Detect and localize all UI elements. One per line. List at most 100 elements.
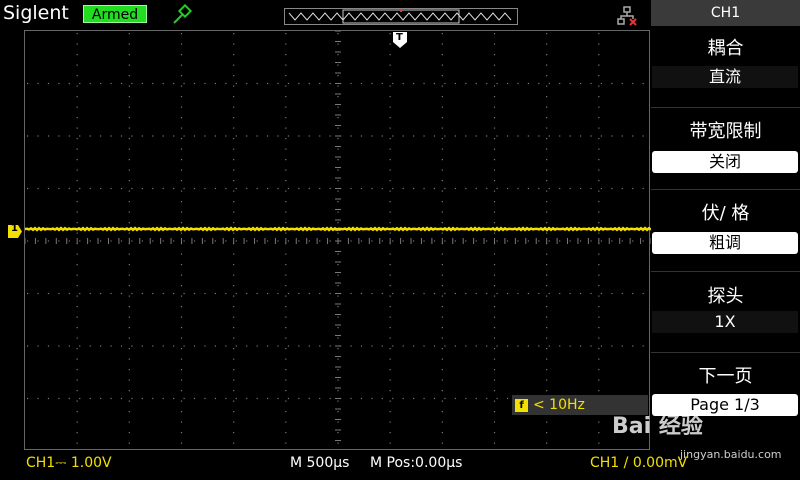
grid-dot: [389, 43, 391, 45]
grid-dot: [204, 397, 206, 400]
grid-dot: [546, 169, 548, 171]
grid-dot: [546, 327, 548, 329]
grid-dot: [37, 397, 39, 400]
grid-dot: [392, 240, 394, 242]
grid-dot: [180, 390, 183, 392]
grid-dot: [27, 82, 29, 85]
grid-dot: [128, 138, 130, 140]
grid-dot: [493, 169, 496, 171]
grid-dot: [337, 421, 339, 423]
bandwidth-limit-value[interactable]: 关闭: [652, 151, 798, 173]
grid-dot: [233, 138, 235, 140]
grid-dot: [277, 240, 279, 242]
volts-per-div-label[interactable]: 伏/ 格: [651, 199, 800, 225]
grid-dot: [441, 390, 443, 392]
grid-dot: [579, 292, 582, 295]
bandwidth-limit-label[interactable]: 带宽限制: [651, 117, 800, 143]
grid-dot: [285, 64, 287, 66]
grid-dot: [611, 187, 613, 190]
grid-dot: [131, 345, 133, 347]
grid-dot: [246, 240, 248, 242]
grid-dot: [76, 306, 78, 308]
grid-dot: [413, 292, 415, 295]
grid-dot: [183, 135, 185, 137]
grid-dot: [506, 292, 509, 295]
grid-dot: [413, 187, 415, 190]
grid-dot: [389, 201, 391, 203]
grid-dot: [76, 274, 78, 276]
grid-dot: [413, 240, 415, 242]
grid-dot: [193, 135, 196, 137]
grid-dot: [337, 264, 339, 266]
grid-dot: [371, 292, 373, 295]
waveform-display[interactable]: [24, 30, 652, 450]
grid-dot: [441, 106, 443, 108]
grid-dot: [441, 379, 443, 381]
grid-dot: [444, 345, 446, 347]
grid-dot: [546, 180, 548, 182]
grid-dot: [128, 33, 130, 35]
grid-dot: [128, 148, 130, 150]
grid-dot: [214, 240, 216, 242]
grid-dot: [441, 85, 443, 87]
grid-dot: [152, 187, 154, 190]
grid-dot: [214, 397, 216, 400]
grid-dot: [79, 135, 81, 137]
grid-dot: [180, 54, 183, 56]
grid-dot: [621, 345, 623, 347]
grid-dot: [389, 264, 391, 266]
grid-dot: [600, 345, 603, 347]
grid-dot: [180, 411, 183, 413]
grid-dot: [441, 316, 443, 318]
grid-dot: [493, 432, 496, 434]
next-page-label[interactable]: 下一页: [651, 362, 800, 388]
grid-dot: [389, 75, 391, 77]
grid-dot: [233, 85, 235, 87]
grid-dot: [285, 232, 287, 234]
trigger-position-marker[interactable]: T: [393, 32, 407, 48]
grid-dot: [308, 187, 310, 190]
grid-dot: [285, 33, 287, 35]
grid-dot: [285, 127, 287, 129]
grid-dot: [277, 397, 279, 400]
probe-value[interactable]: 1X: [652, 311, 798, 333]
grid-dot: [598, 306, 600, 308]
grid-dot: [76, 64, 78, 66]
grid-dot: [546, 253, 548, 255]
grid-dot: [128, 327, 130, 329]
grid-dot: [527, 345, 529, 347]
grid-dot: [76, 379, 78, 381]
grid-dot: [598, 442, 600, 444]
grid-dot: [128, 201, 130, 203]
grid-dot: [183, 187, 185, 190]
grid-dot: [131, 292, 133, 295]
volts-per-div-value[interactable]: 粗调: [652, 232, 798, 254]
grid-dot: [128, 337, 130, 339]
grid-dot: [371, 240, 373, 242]
grid-dot: [128, 96, 130, 98]
grid-dot: [506, 240, 509, 242]
grid-dot: [598, 169, 600, 171]
grid-dot: [89, 82, 91, 85]
grid-dot: [493, 127, 496, 129]
grid-dot: [128, 180, 130, 182]
coupling-value[interactable]: 直流: [652, 66, 798, 88]
grid-dot: [235, 397, 237, 400]
grid-dot: [329, 397, 331, 400]
ch1-level-marker[interactable]: 1: [8, 223, 22, 238]
coupling-label[interactable]: 耦合: [651, 34, 800, 60]
grid-dot: [128, 117, 130, 119]
grid-dot: [546, 222, 548, 224]
grid-dot: [496, 135, 498, 137]
grid-dot: [337, 442, 339, 444]
grid-dot: [546, 33, 548, 35]
grid-dot: [287, 187, 290, 190]
grid-dot: [546, 264, 548, 266]
grid-dot: [546, 390, 548, 392]
grid-dot: [337, 432, 339, 434]
grid-dot: [493, 369, 496, 371]
probe-label[interactable]: 探头: [651, 282, 800, 308]
grid-dot: [246, 135, 248, 137]
grid-dot: [546, 64, 548, 66]
grid-dot: [389, 358, 391, 360]
